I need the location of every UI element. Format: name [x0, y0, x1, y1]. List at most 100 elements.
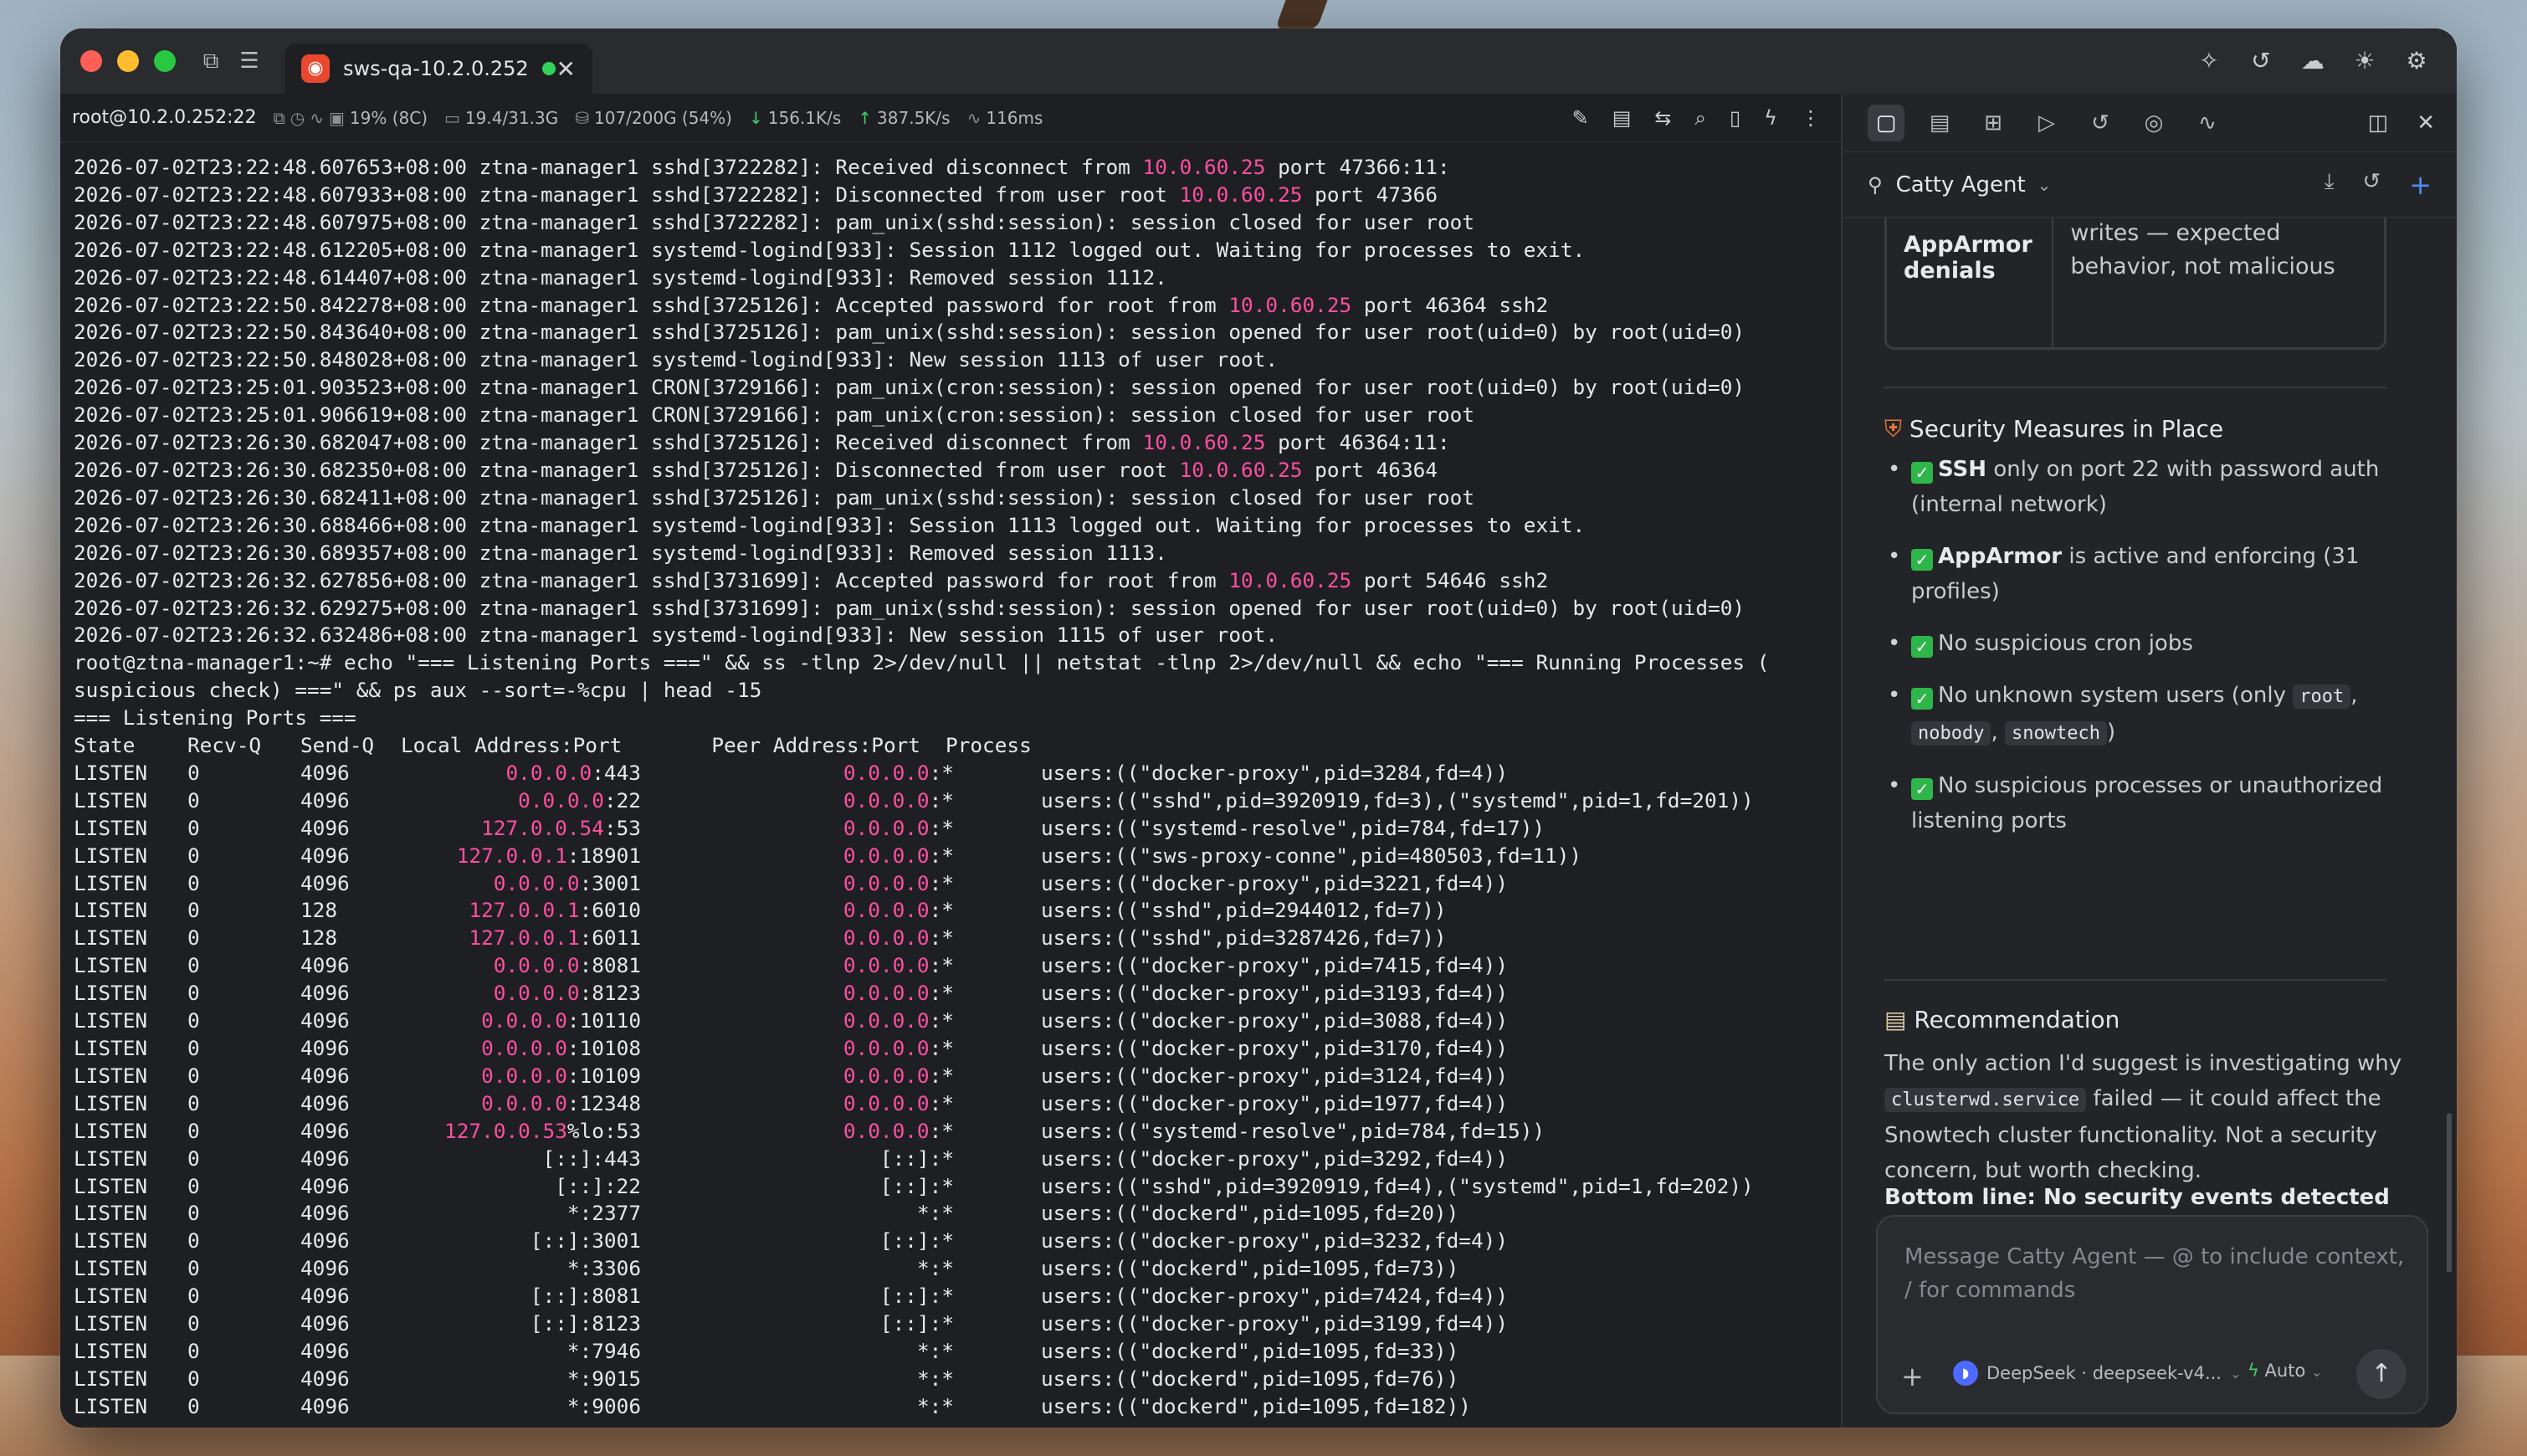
model-selector[interactable]: ◗ DeepSeek · deepseek-v4... ⌄ [1953, 1361, 2241, 1386]
message-input[interactable]: Message Catty Agent — @ to include conte… [1904, 1240, 2407, 1307]
menu-icon[interactable]: ☰ [234, 46, 264, 76]
table-row: LISTEN 0 4096 *:7946 *:* users:(("dockerd",pi… [74, 1338, 1841, 1366]
split-icon[interactable]: ⇆ [1654, 106, 1671, 130]
new-chat-icon[interactable]: + [2409, 169, 2432, 201]
close-tab-icon[interactable]: ✕ [556, 55, 576, 83]
sparkle-icon[interactable]: ✧ [2192, 44, 2226, 78]
line-text: 2026-07-02T23:22:48.607975+08:00 ztna-ma… [74, 209, 1475, 234]
sidebar-toggle-icon[interactable]: ◫ [2368, 110, 2389, 136]
cell-process: users:(("dockerd",pid=1095,fd=76)) [1041, 1366, 1459, 1391]
search-icon[interactable]: ⌕ [1694, 106, 1705, 130]
attach-icon[interactable]: + [1901, 1361, 1924, 1392]
cell-process: users:(("docker-proxy",pid=3088,fd=4)) [1041, 1008, 1509, 1033]
lightning-icon[interactable]: ϟ [1764, 106, 1777, 130]
cell-local-address: 0.0.0.0:3001 [493, 870, 641, 895]
chevron-down-icon[interactable]: ⌄ [2037, 175, 2052, 195]
cell-process: users:(("docker-proxy",pid=7415,fd=4)) [1041, 953, 1509, 978]
cloud-icon[interactable]: ☁ [2296, 44, 2330, 78]
tree-icon[interactable]: ⊞ [1975, 105, 2012, 141]
cell-recvq: 0 [187, 1201, 200, 1226]
close-panel-icon[interactable]: ✕ [2417, 110, 2435, 136]
terminal-line: 2026-07-02T23:22:48.612205+08:00 ztna-ma… [74, 237, 1841, 264]
cell-local-address: [::]:3001 [530, 1228, 641, 1253]
cell-sendq: 4096 [300, 1311, 350, 1336]
terminal-output[interactable]: 2026-07-02T23:22:48.607653+08:00 ztna-ma… [60, 142, 1841, 1428]
item-text: No suspicious processes or unauthorized … [1911, 773, 2383, 833]
cell-state: LISTEN [74, 1090, 148, 1115]
check-icon: ✓ [1911, 636, 1933, 658]
minimize-window-button[interactable] [117, 50, 139, 72]
header-recvq: Recv-Q [187, 733, 262, 758]
cell-local-address: 127.0.0.1:6011 [469, 925, 641, 951]
play-icon[interactable]: ▷ [2028, 105, 2065, 141]
cell-local-address: 0.0.0.0:22 [518, 787, 641, 813]
header-peer: Peer Address:Port [711, 733, 920, 758]
mode-label: Auto [2264, 1361, 2306, 1381]
cell-sendq: 4096 [300, 1090, 350, 1115]
chat-messages[interactable]: AppArmor denials writes — expected behav… [1843, 218, 2457, 1272]
palette-icon[interactable]: ◎ [2135, 105, 2172, 141]
folder-icon[interactable]: ▤ [1612, 106, 1632, 130]
maximize-window-button[interactable] [154, 50, 176, 72]
sync-icon[interactable]: ↺ [2244, 44, 2278, 78]
cell-peer-address: [::]:* [879, 1146, 954, 1171]
cell-process: users:(("docker-proxy",pid=3124,fd=4)) [1041, 1063, 1509, 1088]
download-icon[interactable]: ⤓ [2325, 169, 2335, 201]
cell-local-address: [::]:443 [542, 1146, 641, 1171]
terminal-line: 2026-07-02T23:26:32.632486+08:00 ztna-ma… [74, 622, 1841, 649]
cell-state: LISTEN [74, 1228, 148, 1253]
line-text: 2026-07-02T23:22:48.614407+08:00 ztna-ma… [74, 264, 1167, 290]
copy-icon[interactable]: ⧉ [273, 108, 284, 128]
header-process: Process [946, 733, 1032, 758]
cell-local-address: 0.0.0.0:8081 [493, 953, 641, 978]
cell-sendq: 4096 [300, 1008, 350, 1033]
cell-recvq: 0 [187, 1118, 200, 1143]
folder-icon[interactable]: ⧉ [196, 46, 226, 76]
line-text: 2026-07-02T23:22:48.607653+08:00 ztna-ma… [74, 155, 1143, 179]
cell-sendq: 4096 [300, 870, 350, 895]
line-text: port 46364:11: [1265, 430, 1450, 455]
terminal-line: 2026-07-02T23:22:48.607975+08:00 ztna-ma… [74, 209, 1841, 237]
line-text: 2026-07-02T23:22:50.842278+08:00 ztna-ma… [74, 292, 1229, 317]
mode-selector[interactable]: ϟ Auto ⌄ [2248, 1361, 2322, 1381]
line-text: 2026-07-02T23:25:01.906619+08:00 ztna-ma… [74, 402, 1475, 428]
cell-local-address: *:9006 [566, 1393, 641, 1418]
gear-icon[interactable]: ⚙ [2400, 44, 2433, 78]
chat-icon[interactable]: ▢ [1868, 104, 1904, 141]
cell-peer-address: 0.0.0.0:* [843, 870, 954, 895]
document-icon[interactable]: ▯ [1730, 106, 1740, 130]
history-icon[interactable]: ↺ [2362, 169, 2381, 201]
send-button[interactable]: ↑ [2356, 1349, 2407, 1399]
history-icon[interactable]: ↺ [2082, 105, 2119, 141]
more-icon[interactable]: ⋮ [1801, 106, 1821, 130]
cell-peer-address: 0.0.0.0:* [843, 1063, 954, 1088]
cell-state: LISTEN [74, 1146, 148, 1171]
title-bar-actions: ✧ ↺ ☁ ☀ ⚙ [2192, 44, 2433, 78]
brush-icon[interactable]: ✎ [1572, 106, 1589, 130]
terminal-line: 2026-07-02T23:26:30.689357+08:00 ztna-ma… [74, 540, 1841, 567]
terminal-line: 2026-07-02T23:22:48.607653+08:00 ztna-ma… [74, 154, 1841, 182]
ip-address: 10.0.60.25 [1228, 292, 1352, 317]
terminal-line: 2026-07-02T23:26:30.682047+08:00 ztna-ma… [74, 429, 1841, 457]
theme-icon[interactable]: ☀ [2348, 44, 2381, 78]
close-window-button[interactable] [80, 50, 102, 72]
cell-state: LISTEN [74, 787, 148, 813]
agent-selector[interactable]: Catty Agent [1896, 172, 2026, 197]
pulse-icon[interactable]: ∿ [2189, 105, 2226, 141]
cell-sendq: 128 [300, 898, 338, 923]
cell-recvq: 0 [187, 1036, 200, 1060]
lightning-icon: ϟ [2248, 1361, 2259, 1381]
cell-state: LISTEN [74, 953, 148, 978]
cell-recvq: 0 [187, 1256, 200, 1281]
chat-scrollbar[interactable] [2447, 1113, 2452, 1272]
cell-recvq: 0 [187, 843, 200, 868]
download-icon: ↓ [748, 107, 763, 128]
notes-icon[interactable]: ▤ [1921, 105, 1958, 141]
cell-state: LISTEN [74, 1201, 148, 1226]
tab-session[interactable]: ◉ sws-qa-10.2.0.252 ✕ [284, 44, 592, 94]
terminal-line: 2026-07-02T23:25:01.906619+08:00 ztna-ma… [74, 402, 1841, 429]
cell-peer-address: *:* [916, 1366, 954, 1391]
cell-process: users:(("dockerd",pid=1095,fd=33)) [1041, 1338, 1459, 1363]
inline-code: snowtech [2005, 721, 2107, 746]
terminal-line: 2026-07-02T23:22:50.843640+08:00 ztna-ma… [74, 319, 1841, 346]
